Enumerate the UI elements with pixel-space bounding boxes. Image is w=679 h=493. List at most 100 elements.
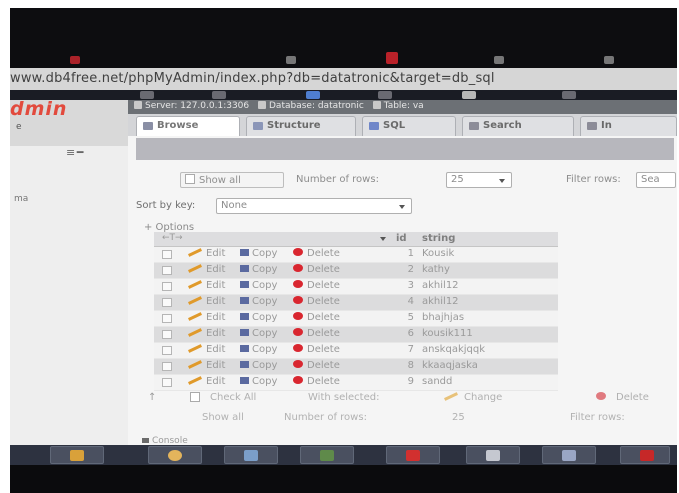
collapse-toggle-icon[interactable]: ≡ ━	[66, 146, 83, 159]
row-checkbox[interactable]	[162, 346, 172, 355]
check-all-label[interactable]: Check All	[210, 392, 256, 403]
copy-link[interactable]: Copy	[240, 360, 277, 371]
address-bar[interactable]: www.db4free.net/phpMyAdmin/index.php?db=…	[10, 68, 677, 91]
breadcrumb-server[interactable]: Server: 127.0.0.1:3306	[145, 100, 249, 111]
copy-link[interactable]: Copy	[240, 312, 277, 323]
pma-logo[interactable]: dmin	[10, 98, 67, 120]
edit-link[interactable]: Edit	[188, 248, 225, 259]
column-header-string[interactable]: string	[422, 233, 455, 244]
tab-sql[interactable]: SQL	[362, 116, 456, 136]
table-body: Edit Copy Delete 1 Kousik Edit Copy Delete 2 kath…	[154, 247, 558, 391]
table-row: Edit Copy Delete 2 kathy	[154, 263, 558, 279]
copy-link[interactable]: Copy	[240, 376, 277, 387]
tab-gray-icon[interactable]	[286, 56, 296, 64]
filter-label-bottom: Filter rows:	[570, 412, 625, 423]
filter-input[interactable]: Sea	[636, 172, 676, 188]
rows-select[interactable]: 25	[446, 172, 512, 188]
bookmark-icon-4[interactable]	[378, 91, 392, 99]
row-checkbox[interactable]	[162, 314, 172, 323]
copy-link[interactable]: Copy	[240, 344, 277, 355]
tab-insert[interactable]: In	[580, 116, 677, 136]
photo-frame: www.db4free.net/phpMyAdmin/index.php?db=…	[0, 0, 679, 493]
delete-label: Delete	[307, 360, 340, 371]
row-checkbox[interactable]	[162, 298, 172, 307]
column-header-id[interactable]: id	[396, 233, 407, 244]
delete-bulk-button[interactable]: Delete	[616, 392, 649, 403]
change-button[interactable]: Change	[464, 392, 502, 403]
pencil-icon	[188, 360, 202, 369]
taskbar-pdf[interactable]	[300, 446, 354, 464]
delete-link[interactable]: Delete	[293, 296, 340, 307]
copy-link[interactable]: Copy	[240, 328, 277, 339]
tab-browse[interactable]: Browse	[136, 116, 240, 136]
edit-link[interactable]: Edit	[188, 376, 225, 387]
bookmark-icon[interactable]	[140, 91, 154, 99]
delete-link[interactable]: Delete	[293, 376, 340, 387]
row-checkbox[interactable]	[162, 250, 172, 259]
tab-structure[interactable]: Structure	[246, 116, 356, 136]
bookmark-icon-6[interactable]	[562, 91, 576, 99]
delete-link[interactable]: Delete	[293, 280, 340, 291]
row-checkbox[interactable]	[162, 266, 172, 275]
row-checkbox[interactable]	[162, 282, 172, 291]
structure-icon	[253, 122, 263, 130]
show-all-checkbox[interactable]	[185, 174, 195, 184]
copy-link[interactable]: Copy	[240, 264, 277, 275]
copy-link[interactable]: Copy	[240, 296, 277, 307]
copy-link[interactable]: Copy	[240, 280, 277, 291]
rows-value-bottom[interactable]: 25	[452, 412, 465, 423]
sort-select[interactable]: None	[216, 198, 412, 214]
bookmark-icon-3[interactable]	[306, 91, 320, 99]
nav-home-icon[interactable]: e	[16, 122, 22, 132]
tab-red-icon[interactable]	[70, 56, 80, 64]
edit-link[interactable]: Edit	[188, 280, 225, 291]
taskbar-chrome[interactable]	[224, 446, 278, 464]
taskbar-app-2[interactable]	[620, 446, 670, 464]
delete-link[interactable]: Delete	[293, 328, 340, 339]
delete-link[interactable]: Delete	[293, 312, 340, 323]
delete-link[interactable]: Delete	[293, 360, 340, 371]
edit-link[interactable]: Edit	[188, 312, 225, 323]
filter-label: Filter rows:	[566, 174, 621, 185]
delete-link[interactable]: Delete	[293, 248, 340, 259]
tab-gray-icon-2[interactable]	[494, 56, 504, 64]
delete-link[interactable]: Delete	[293, 344, 340, 355]
browse-icon	[143, 122, 153, 130]
taskbar-app[interactable]	[542, 446, 596, 464]
show-all-button[interactable]: Show all	[180, 172, 284, 188]
taskbar-explorer[interactable]	[50, 446, 104, 464]
edit-label: Edit	[206, 376, 226, 387]
taskbar-media[interactable]	[148, 446, 202, 464]
row-checkbox[interactable]	[162, 330, 172, 339]
rows-label: Number of rows:	[296, 174, 379, 185]
pencil-icon	[188, 264, 202, 273]
check-all-checkbox[interactable]	[190, 392, 204, 404]
edit-link[interactable]: Edit	[188, 264, 225, 275]
edit-link[interactable]: Edit	[188, 296, 225, 307]
tab-pdf-icon[interactable]	[386, 52, 398, 64]
delete-icon	[293, 264, 303, 272]
address-url[interactable]: www.db4free.net/phpMyAdmin/index.php?db=…	[10, 71, 495, 86]
tab-gray-icon-3[interactable]	[604, 56, 614, 64]
bookmark-icon-5[interactable]	[462, 91, 476, 99]
pencil-icon	[188, 280, 202, 289]
column-arrows[interactable]: ←T→	[162, 233, 183, 243]
copy-link[interactable]: Copy	[240, 248, 277, 259]
sort-indicator-icon[interactable]	[380, 237, 386, 241]
row-checkbox[interactable]	[162, 362, 172, 371]
taskbar-window[interactable]	[466, 446, 520, 464]
edit-link[interactable]: Edit	[188, 360, 225, 371]
breadcrumb-database[interactable]: Database: datatronic	[269, 100, 364, 111]
row-checkbox[interactable]	[162, 378, 172, 387]
delete-icon	[293, 248, 303, 256]
nav-database-item[interactable]: ma	[14, 194, 28, 204]
edit-link[interactable]: Edit	[188, 328, 225, 339]
bookmark-icon-2[interactable]	[212, 91, 226, 99]
breadcrumb-table[interactable]: Table: va	[384, 100, 424, 111]
delete-link[interactable]: Delete	[293, 264, 340, 275]
delete-icon	[293, 280, 303, 288]
edit-link[interactable]: Edit	[188, 344, 225, 355]
taskbar-folder[interactable]	[386, 446, 440, 464]
show-all-bottom[interactable]: Show all	[202, 412, 244, 423]
tab-search[interactable]: Search	[462, 116, 574, 136]
